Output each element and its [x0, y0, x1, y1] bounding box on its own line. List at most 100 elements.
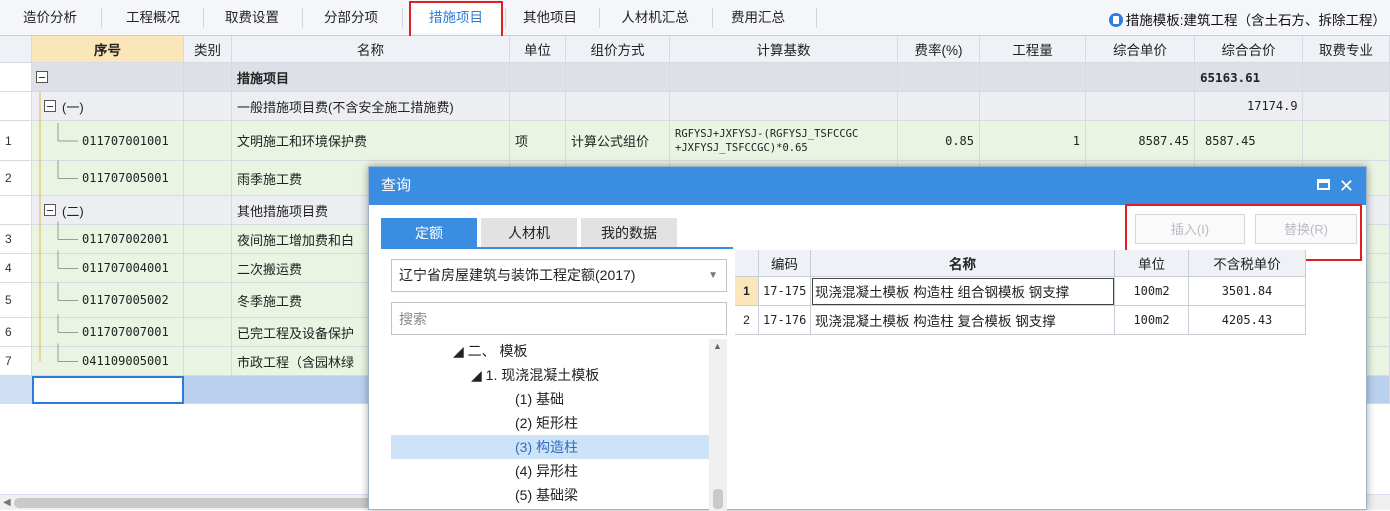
new-row-seq-cell[interactable] — [32, 376, 184, 404]
cell-seq[interactable]: 011707005002 — [32, 283, 184, 318]
tree-scroll-thumb[interactable] — [713, 489, 723, 509]
measure-template-selector[interactable]: 措施模板:建筑工程（含土石方、拆除工程） — [1108, 9, 1386, 29]
tab-quota[interactable]: 定额 — [381, 218, 477, 248]
tab-my-data[interactable]: 我的数据 — [581, 218, 677, 248]
results-column-header[interactable]: 编码 — [759, 250, 811, 277]
column-header-base[interactable]: 计算基数 — [670, 36, 898, 63]
tab-1[interactable]: 工程概况 — [110, 3, 196, 33]
cell-seq[interactable] — [32, 63, 184, 92]
result-cell-name[interactable]: 现浇混凝土模板 构造柱 组合钢模板 钢支撑 — [811, 277, 1115, 306]
cell-qty[interactable] — [980, 63, 1086, 92]
cell-price[interactable]: 8587.45 — [1086, 121, 1195, 161]
result-cell-n[interactable]: 2 — [735, 306, 759, 335]
table-row[interactable]: 措施项目 65163.61 — [0, 63, 1390, 92]
cell-seq[interactable]: 011707001001 — [32, 121, 184, 161]
cell-method[interactable] — [566, 63, 670, 92]
cell-spec[interactable] — [1303, 121, 1390, 161]
cell-base[interactable] — [670, 63, 898, 92]
cell-cat[interactable] — [184, 92, 232, 121]
scroll-left-icon[interactable]: ◀ — [3, 497, 11, 508]
column-header-rate[interactable]: 费率(%) — [898, 36, 980, 63]
result-row[interactable]: 2 17-176 现浇混凝土模板 构造柱 复合模板 钢支撑 100m2 4205.43 — [735, 306, 1306, 335]
tree-node[interactable]: (2) 矩形柱 — [391, 411, 711, 435]
column-header-qty[interactable]: 工程量 — [980, 36, 1086, 63]
cell-rate[interactable] — [898, 63, 980, 92]
insert-button[interactable]: 插入(I) — [1135, 214, 1245, 244]
tab-6[interactable]: 人材机汇总 — [606, 3, 704, 33]
column-header-total[interactable]: 综合合价 — [1195, 36, 1303, 63]
result-cell-code[interactable]: 17-175 — [759, 277, 811, 306]
cell-name[interactable]: 措施项目 — [232, 63, 510, 92]
replace-button[interactable]: 替换(R) — [1255, 214, 1357, 244]
cell-spec[interactable] — [1303, 92, 1390, 121]
close-icon[interactable]: ✕ — [1339, 174, 1354, 198]
cell-cat[interactable] — [184, 318, 232, 347]
cell-seq[interactable]: 041109005001 — [32, 347, 184, 376]
cell-cat[interactable] — [184, 225, 232, 254]
column-header-unit[interactable]: 单位 — [510, 36, 566, 63]
cell-seq[interactable]: 011707005001 — [32, 161, 184, 196]
tab-7[interactable]: 费用汇总 — [719, 3, 797, 33]
column-header-spec[interactable]: 取费专业 — [1303, 36, 1390, 63]
tree-node[interactable]: (4) 异形柱 — [391, 459, 711, 483]
cell-price[interactable] — [1086, 63, 1195, 92]
cell-base[interactable] — [670, 92, 898, 121]
cell-cat[interactable] — [184, 347, 232, 376]
tab-3[interactable]: 分部分项 — [309, 3, 393, 33]
tree-node[interactable]: (1) 基础 — [391, 387, 711, 411]
table-row[interactable]: 1 011707001001 文明施工和环境保护费项计算公式组价 RGFYSJ+JXF… — [0, 121, 1390, 161]
result-cell-unit[interactable]: 100m2 — [1115, 277, 1189, 306]
cell-method[interactable]: 计算公式组价 — [566, 121, 670, 161]
cell-total[interactable]: 8587.45 — [1195, 121, 1303, 161]
cell-cat[interactable] — [184, 161, 232, 196]
tree-node[interactable]: (3) 构造柱 — [391, 435, 711, 459]
result-cell-price[interactable]: 4205.43 — [1189, 306, 1306, 335]
dialog-title-bar[interactable]: 查询 — [369, 167, 1366, 205]
tree-node[interactable]: ◢ 1. 现浇混凝土模板 — [391, 363, 711, 387]
scroll-up-icon[interactable]: ▲ — [713, 341, 722, 351]
horizontal-scroll-thumb[interactable] — [14, 498, 374, 508]
cell-cat[interactable] — [184, 121, 232, 161]
cell-spec[interactable] — [1303, 63, 1390, 92]
cell-method[interactable] — [566, 92, 670, 121]
cell-total[interactable]: 65163.61 — [1195, 63, 1303, 92]
column-header-method[interactable]: 组价方式 — [566, 36, 670, 63]
cell-seq[interactable]: (二) — [32, 196, 184, 225]
results-column-header[interactable]: 单位 — [1115, 250, 1189, 277]
cell-cat[interactable] — [184, 283, 232, 318]
tab-4[interactable]: 措施项目 — [410, 3, 502, 33]
cell-price[interactable] — [1086, 92, 1195, 121]
tab-5[interactable]: 其他项目 — [508, 3, 592, 33]
tree-node[interactable]: (5) 基础梁 — [391, 483, 711, 507]
cell-rate[interactable]: 0.85 — [898, 121, 980, 161]
result-cell-name[interactable]: 现浇混凝土模板 构造柱 复合模板 钢支撑 — [811, 306, 1115, 335]
cell-seq[interactable]: 011707007001 — [32, 318, 184, 347]
result-cell-code[interactable]: 17-176 — [759, 306, 811, 335]
cell-rate[interactable] — [898, 92, 980, 121]
column-header-seq[interactable]: 序号 — [32, 36, 184, 63]
result-cell-n[interactable]: 1 — [735, 277, 759, 306]
column-header-cat[interactable]: 类别 — [184, 36, 232, 63]
collapse-icon[interactable] — [44, 204, 56, 216]
table-row[interactable]: (一) 一般措施项目费(不含安全施工措施费) 17174.9 — [0, 92, 1390, 121]
result-cell-unit[interactable]: 100m2 — [1115, 306, 1189, 335]
column-header-rownum[interactable] — [0, 36, 32, 63]
cell-unit[interactable] — [510, 63, 566, 92]
quota-library-select[interactable]: 辽宁省房屋建筑与装饰工程定额(2017) ▼ — [391, 259, 727, 292]
cell-qty[interactable]: 1 — [980, 121, 1086, 161]
tab-labor-material-machine[interactable]: 人材机 — [481, 218, 577, 248]
column-header-price[interactable]: 综合单价 — [1086, 36, 1195, 63]
tree-node[interactable]: ◢ 二、 模板 — [391, 339, 711, 363]
maximize-icon[interactable] — [1317, 179, 1330, 190]
cell-total[interactable]: 17174.9 — [1195, 92, 1303, 121]
cell-base[interactable]: RGFYSJ+JXFYSJ-(RGFYSJ_TSFCCGC +JXFYSJ_TSF… — [670, 121, 898, 161]
cell-qty[interactable] — [980, 92, 1086, 121]
cell-seq[interactable]: (一) — [32, 92, 184, 121]
cell-seq[interactable]: 011707002001 — [32, 225, 184, 254]
collapse-icon[interactable] — [44, 100, 56, 112]
column-header-name[interactable]: 名称 — [232, 36, 510, 63]
results-column-header[interactable]: 名称 — [811, 250, 1115, 277]
tree-vertical-scrollbar[interactable]: ▲ — [709, 339, 727, 511]
cell-name[interactable]: 文明施工和环境保护费 — [232, 121, 510, 161]
cell-name[interactable]: 一般措施项目费(不含安全施工措施费) — [232, 92, 510, 121]
